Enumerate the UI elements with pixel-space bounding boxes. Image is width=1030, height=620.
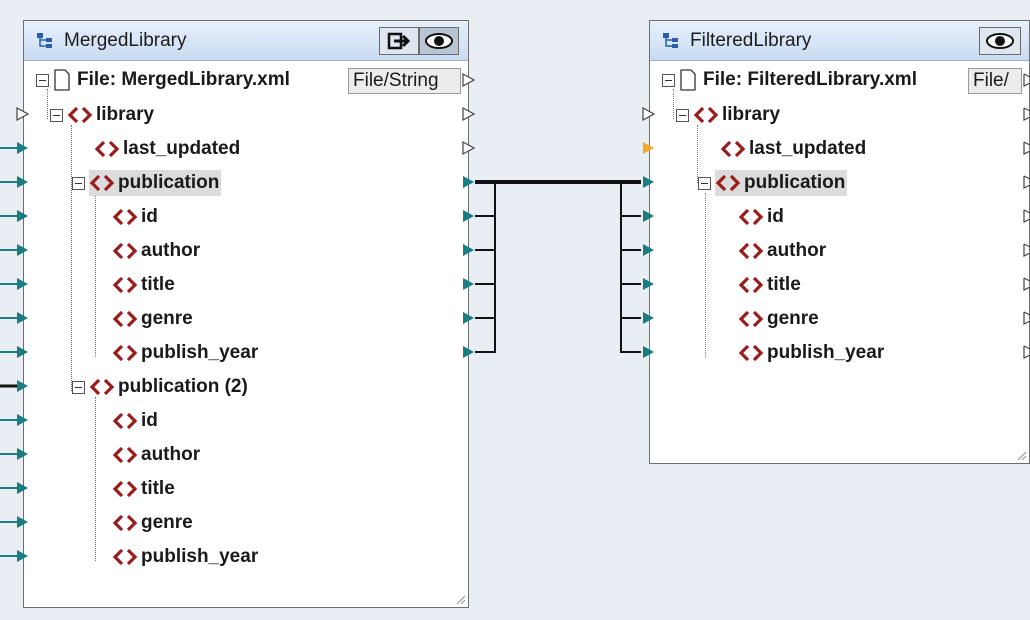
left-input-triangles[interactable]: [17, 142, 28, 562]
mapping-overlay: [0, 72, 1030, 562]
right-input-connectors[interactable]: [642, 106, 656, 358]
right-output-connectors[interactable]: [1023, 73, 1030, 359]
left-input-library-connector[interactable]: [16, 106, 30, 122]
left-output-connectors[interactable]: [462, 72, 476, 358]
mapping-lines[interactable]: [475, 180, 641, 353]
